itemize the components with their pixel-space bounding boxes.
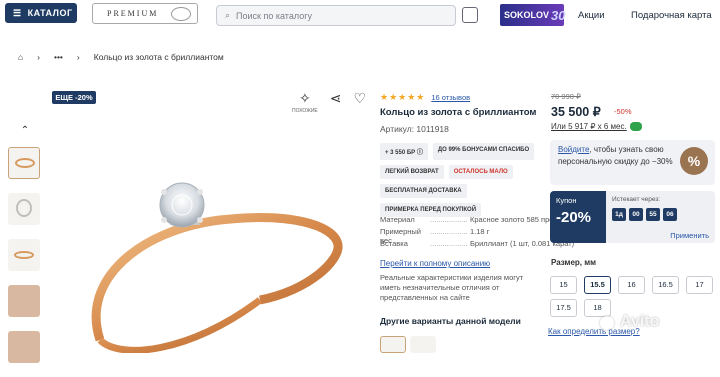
timer-days: 1д	[612, 208, 626, 221]
top-bar: ☰ КАТАЛОГ PREMIUM ⌕ Поиск по каталогу SO…	[0, 0, 720, 30]
sparkle-icon: ✧	[299, 90, 311, 106]
size-option-selected[interactable]: 15.5	[584, 276, 611, 294]
heart-icon[interactable]: ♡	[354, 90, 367, 107]
avito-logo-icon	[600, 316, 614, 330]
chevron-up-icon[interactable]: ⌃	[8, 125, 42, 147]
timer-minutes: 55	[646, 208, 660, 221]
size-title: Размер, мм	[551, 258, 597, 267]
spec-value: 1.18 г	[470, 227, 490, 236]
rating-stars: ★★★★★	[380, 92, 426, 102]
tag: + 3 550 БР ⓘ	[380, 143, 428, 160]
similar-label: ПОХОЖИЕ	[292, 108, 318, 114]
catalog-button[interactable]: ☰ КАТАЛОГ	[5, 3, 77, 23]
product-title: Кольцо из золота с бриллиантом	[380, 107, 537, 118]
menu-icon: ☰	[13, 7, 22, 18]
tag: БЕСПЛАТНАЯ ДОСТАВКА	[380, 184, 467, 198]
installment-icon	[630, 122, 642, 131]
login-link[interactable]: Войдите	[558, 145, 589, 154]
expires-label: Истекает через:	[612, 196, 661, 203]
product-article: Артикул: 1011918	[380, 124, 449, 134]
breadcrumb-current: Кольцо из золота с бриллиантом	[93, 52, 224, 62]
percent-icon: %	[680, 147, 708, 175]
variant-thumb[interactable]	[410, 336, 436, 353]
thumbnail-strip: ⌃	[8, 125, 42, 377]
full-description-link[interactable]: Перейти к полному описанию	[380, 259, 490, 268]
breadcrumb: ⌂ › ••• › Кольцо из золота с бриллиантом	[18, 52, 224, 62]
spec-key: Примерный вес	[380, 227, 421, 245]
tag-low-stock: ОСТАЛОСЬ МАЛО	[448, 165, 513, 179]
reviews-link[interactable]: 16 отзывов	[431, 93, 470, 102]
spec-key: Материал	[380, 215, 415, 224]
sale-badge: ЕЩЕ -20%	[52, 91, 96, 104]
catalog-label: КАТАЛОГ	[27, 8, 73, 18]
discount-percent: -50%	[614, 107, 632, 116]
brand-number: 30	[551, 7, 566, 23]
thumbnail[interactable]	[8, 331, 40, 363]
search-input[interactable]: Поиск по каталогу	[236, 11, 312, 21]
price: 35 500 ₽	[551, 105, 601, 119]
nav-gift-card[interactable]: Подарочная карта	[631, 10, 712, 21]
size-option[interactable]: 15	[550, 276, 577, 294]
thumbnail[interactable]	[8, 285, 40, 317]
nav-promotions[interactable]: Акции	[578, 10, 605, 21]
rating: ★★★★★ 16 отзывов	[380, 92, 470, 103]
tag: ДО 99% БОНУСАМИ СПАСИБО	[432, 143, 535, 160]
home-icon[interactable]: ⌂	[18, 52, 23, 62]
size-selector: 15 15.5 16 16.5 17 17.5 18	[550, 276, 715, 317]
thumbnail[interactable]	[8, 193, 40, 225]
old-price: 70 990 ₽	[551, 92, 581, 101]
product-specs: Материал .................. Красное золо…	[380, 215, 574, 251]
variants-title: Другие варианты данной модели	[380, 316, 521, 326]
product-tags: + 3 550 БР ⓘ ДО 99% БОНУСАМИ СПАСИБО ЛЕГ…	[380, 143, 540, 217]
countdown-timer: 1д 00 55 06	[612, 208, 709, 221]
timer-seconds: 06	[663, 208, 677, 221]
coupon-label: Купон	[556, 196, 577, 205]
spec-row: Вставка .................. Бриллиант (1 …	[380, 239, 574, 251]
chevron-right-icon: ›	[76, 52, 80, 62]
coupon-block: Купон -20% Истекает через: 1д 00 55 06 П…	[550, 191, 715, 243]
camera-search-icon[interactable]	[462, 7, 478, 23]
size-option[interactable]: 17	[686, 276, 713, 294]
spec-key: Вставка	[380, 239, 408, 248]
size-option[interactable]: 16.5	[652, 276, 679, 294]
similar-button[interactable]: ✧ ПОХОЖИЕ	[292, 90, 318, 114]
chevron-right-icon: ›	[37, 52, 40, 62]
coupon-value: -20%	[556, 209, 592, 226]
size-option[interactable]: 17.5	[550, 299, 577, 317]
tag: ЛЕГКИЙ ВОЗВРАТ	[380, 165, 444, 179]
size-option[interactable]: 18	[584, 299, 611, 317]
apply-coupon-button[interactable]: Применить	[670, 231, 709, 240]
premium-button[interactable]: PREMIUM	[92, 3, 198, 24]
ring-icon	[171, 7, 191, 21]
avito-watermark: Avito	[620, 313, 660, 330]
breadcrumb-more[interactable]: •••	[54, 52, 63, 62]
coupon-info: Купон -20%	[550, 191, 606, 243]
timer-hours: 00	[629, 208, 643, 221]
share-icon[interactable]: ⋖	[330, 90, 342, 107]
coupon-timer-box: Истекает через: 1д 00 55 06 Применить	[606, 191, 715, 243]
search-bar[interactable]: ⌕ Поиск по каталогу	[216, 5, 456, 26]
premium-label: PREMIUM	[107, 9, 159, 18]
spec-row: Примерный вес .................. 1.18 г	[380, 227, 490, 245]
search-icon: ⌕	[225, 10, 231, 20]
product-image[interactable]	[60, 120, 360, 354]
thumbnail[interactable]	[8, 147, 40, 179]
brand-name: SOKOLOV	[504, 10, 550, 20]
spec-row: Материал .................. Красное золо…	[380, 215, 574, 227]
variant-thumb[interactable]	[380, 336, 406, 353]
thumbnail[interactable]	[8, 239, 40, 271]
disclaimer: Реальные характеристики изделия могут им…	[380, 273, 524, 302]
installment-link[interactable]: Или 5 917 ₽ х 6 мес.	[551, 122, 627, 131]
product-actions: ✧ ПОХОЖИЕ ⋖ ♡	[292, 90, 366, 114]
sokolov-logo[interactable]: SOKOLOV 30	[500, 4, 566, 26]
size-option[interactable]: 16	[618, 276, 645, 294]
